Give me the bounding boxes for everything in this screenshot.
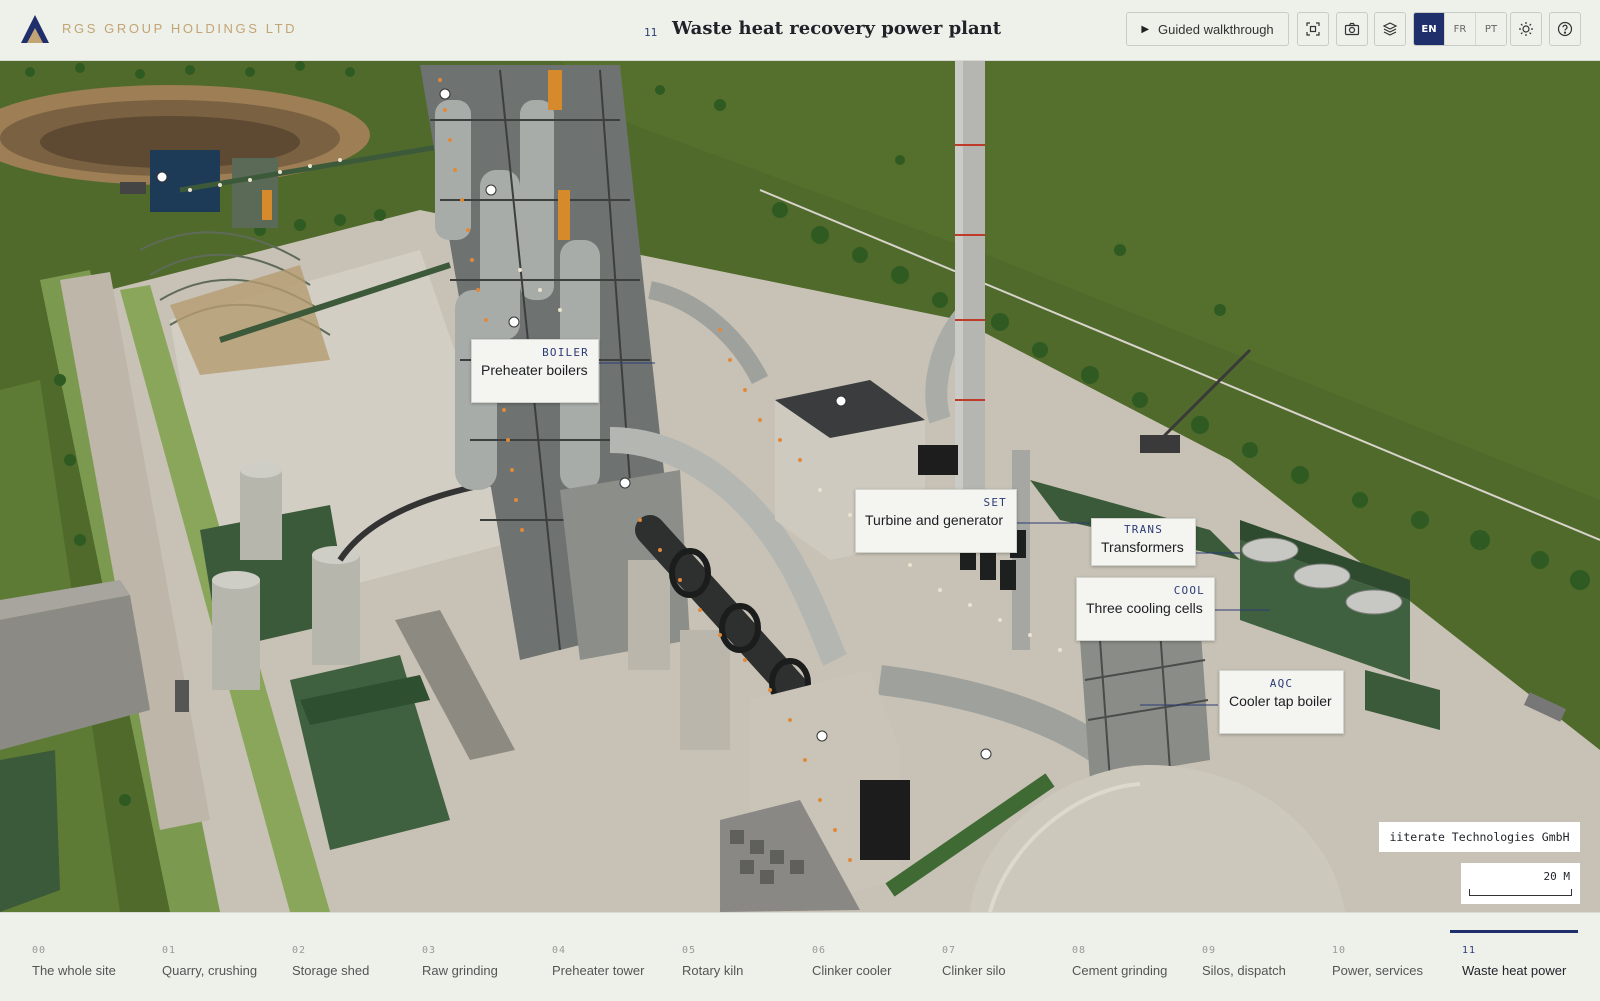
nav-item-number: 01 bbox=[162, 945, 177, 956]
callout-preheater-boilers[interactable]: BOILER Preheater boilers bbox=[471, 339, 599, 403]
scale-ruler bbox=[1469, 889, 1572, 896]
top-bar: RGS GROUP HOLDINGS LTD 11 Waste heat rec… bbox=[0, 0, 1600, 61]
nav-item-cement-grinding[interactable]: 08 Cement grinding bbox=[1072, 913, 1197, 1001]
nav-item-number: 06 bbox=[812, 945, 827, 956]
callout-label: Turbine and generator bbox=[865, 512, 1004, 528]
callout-code: SET bbox=[983, 496, 1007, 509]
scale-label: 20 M bbox=[1543, 870, 1571, 883]
focus-view-button[interactable] bbox=[1297, 12, 1329, 46]
nav-item-storage-shed[interactable]: 02 Storage shed bbox=[292, 913, 417, 1001]
language-en-button[interactable]: EN bbox=[1414, 13, 1444, 45]
screenshot-button[interactable] bbox=[1336, 12, 1368, 46]
nav-item-number: 11 bbox=[1462, 945, 1477, 956]
section-number: 11 bbox=[644, 26, 658, 39]
guided-walkthrough-button[interactable]: ▶ Guided walkthrough bbox=[1126, 12, 1289, 46]
plant-3d-viewport[interactable]: BOILER Preheater boilers SET Turbine and… bbox=[0, 60, 1600, 912]
nav-item-number: 04 bbox=[552, 945, 567, 956]
nav-item-label: Power, services bbox=[1332, 963, 1424, 978]
nav-item-label: Rotary kiln bbox=[682, 963, 744, 978]
nav-item-label: Preheater tower bbox=[552, 963, 645, 978]
focus-frame-icon bbox=[1306, 22, 1320, 36]
nav-item-label: Cement grinding bbox=[1072, 963, 1168, 978]
nav-item-raw-grinding[interactable]: 03 Raw grinding bbox=[422, 913, 547, 1001]
nav-item-waste-heat-power[interactable]: 11 Waste heat power bbox=[1450, 913, 1587, 1001]
nav-item-number: 00 bbox=[32, 945, 47, 956]
section-navigation: 00 The whole site 01 Quarry, crushing 02… bbox=[0, 912, 1600, 1001]
nav-item-label: The whole site bbox=[32, 963, 116, 978]
nav-item-power-services[interactable]: 10 Power, services bbox=[1332, 913, 1457, 1001]
scale-bar: 20 M bbox=[1461, 863, 1580, 904]
help-button[interactable] bbox=[1549, 12, 1581, 46]
callout-cooler-tap-boiler[interactable]: AQC Cooler tap boiler bbox=[1219, 670, 1344, 734]
nav-item-number: 10 bbox=[1332, 945, 1347, 956]
language-fr-button[interactable]: FR bbox=[1444, 13, 1475, 45]
language-pt-button[interactable]: PT bbox=[1475, 13, 1506, 45]
section-title: Waste heat recovery power plant bbox=[672, 18, 1002, 39]
guided-walkthrough-label: Guided walkthrough bbox=[1158, 21, 1274, 37]
nav-item-whole-site[interactable]: 00 The whole site bbox=[32, 913, 157, 1001]
callout-turbine-generator[interactable]: SET Turbine and generator bbox=[855, 489, 1017, 553]
nav-item-number: 07 bbox=[942, 945, 957, 956]
callout-label: Cooler tap boiler bbox=[1229, 693, 1332, 709]
attribution-badge: iiterate Technologies GmbH bbox=[1379, 822, 1580, 852]
active-indicator bbox=[1450, 930, 1578, 933]
callout-three-cooling-cells[interactable]: COOL Three cooling cells bbox=[1076, 577, 1215, 641]
callout-label: Transformers bbox=[1101, 539, 1184, 555]
callout-code: TRANS bbox=[1123, 523, 1164, 536]
callout-code: BOILER bbox=[542, 346, 589, 359]
nav-item-quarry-crushing[interactable]: 01 Quarry, crushing bbox=[162, 913, 287, 1001]
callout-label: Three cooling cells bbox=[1086, 600, 1203, 616]
callout-transformers[interactable]: TRANS Transformers bbox=[1091, 518, 1196, 566]
language-switcher: EN FR PT bbox=[1413, 12, 1507, 46]
plant-scene-render bbox=[0, 60, 1600, 912]
nav-item-number: 02 bbox=[292, 945, 307, 956]
nav-item-clinker-silo[interactable]: 07 Clinker silo bbox=[942, 913, 1067, 1001]
nav-item-number: 09 bbox=[1202, 945, 1217, 956]
play-icon: ▶ bbox=[1141, 23, 1150, 35]
layers-icon bbox=[1382, 22, 1398, 36]
callout-code: AQC bbox=[1269, 677, 1294, 690]
callout-code: COOL bbox=[1173, 584, 1205, 597]
brand-name: RGS GROUP HOLDINGS LTD bbox=[62, 21, 298, 36]
company-logo-icon bbox=[21, 15, 49, 43]
layers-button[interactable] bbox=[1374, 12, 1406, 46]
nav-item-label: Clinker cooler bbox=[812, 963, 892, 978]
nav-item-rotary-kiln[interactable]: 05 Rotary kiln bbox=[682, 913, 807, 1001]
nav-item-number: 08 bbox=[1072, 945, 1087, 956]
nav-item-silos-dispatch[interactable]: 09 Silos, dispatch bbox=[1202, 913, 1327, 1001]
nav-item-label: Waste heat power bbox=[1462, 963, 1567, 978]
nav-item-label: Silos, dispatch bbox=[1202, 963, 1286, 978]
nav-item-label: Storage shed bbox=[292, 963, 370, 978]
theme-toggle-button[interactable] bbox=[1510, 12, 1542, 46]
nav-item-number: 05 bbox=[682, 945, 697, 956]
nav-item-number: 03 bbox=[422, 945, 437, 956]
callout-label: Preheater boilers bbox=[481, 362, 588, 378]
nav-item-preheater-tower[interactable]: 04 Preheater tower bbox=[552, 913, 677, 1001]
camera-icon bbox=[1344, 22, 1360, 36]
nav-item-label: Raw grinding bbox=[422, 963, 498, 978]
nav-item-label: Clinker silo bbox=[942, 963, 1006, 978]
nav-item-clinker-cooler[interactable]: 06 Clinker cooler bbox=[812, 913, 937, 1001]
sun-icon bbox=[1519, 22, 1533, 36]
nav-item-label: Quarry, crushing bbox=[162, 963, 258, 978]
help-icon bbox=[1557, 21, 1573, 37]
